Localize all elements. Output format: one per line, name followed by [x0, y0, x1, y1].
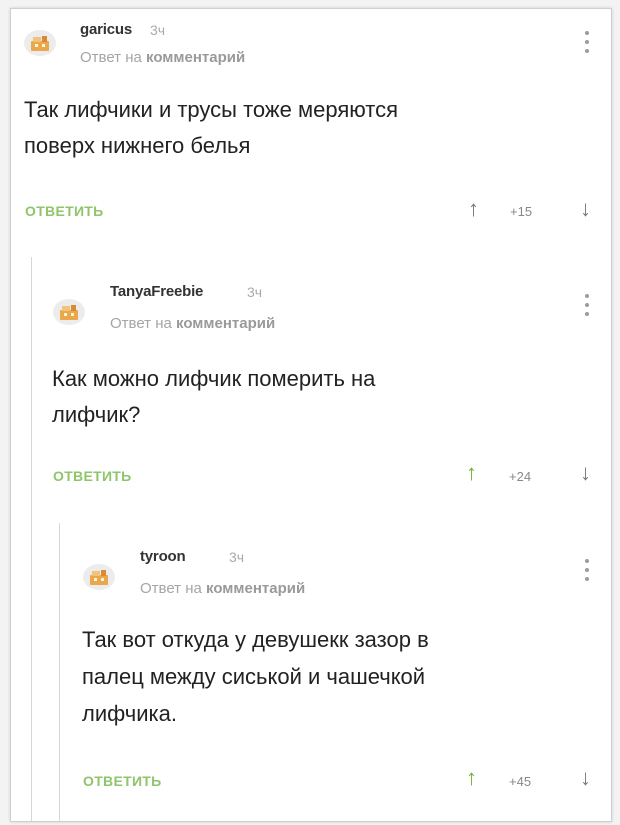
downvote-arrow-icon[interactable]: ↓ — [580, 462, 591, 484]
comment-text: Как можно лифчик померить на лифчик? — [52, 361, 375, 433]
comment-time: 3ч — [247, 284, 263, 300]
score: +24 — [509, 469, 532, 484]
reply-to-label: Ответ на комментарий — [110, 315, 275, 332]
thread-line — [59, 523, 60, 821]
default-avatar-icon[interactable] — [82, 561, 116, 591]
reply-to-prefix: Ответ на — [140, 580, 202, 597]
upvote-arrow-icon[interactable]: ↑ — [466, 462, 477, 484]
score: +45 — [509, 774, 532, 789]
comment-text-line: Так вот откуда у девушекк зазор в — [82, 627, 429, 652]
username[interactable]: garicus — [80, 21, 132, 38]
reply-to-label: Ответ на комментарий — [140, 580, 305, 597]
more-vertical-icon[interactable] — [584, 31, 590, 53]
username[interactable]: TanyaFreebie — [110, 283, 203, 300]
default-avatar-icon[interactable] — [52, 296, 86, 326]
comment-text-line: лифчика. — [82, 701, 177, 726]
reply-to-prefix: Ответ на — [80, 49, 142, 66]
upvote-arrow-icon[interactable]: ↑ — [466, 767, 477, 789]
comment-text-line: палец между сиськой и чашечкой — [82, 664, 426, 689]
reply-to-prefix: Ответ на — [110, 315, 172, 332]
reply-to-link[interactable]: комментарий — [176, 315, 275, 332]
comment-text-line: лифчик? — [52, 402, 141, 427]
more-vertical-icon[interactable] — [584, 294, 590, 316]
default-avatar-icon[interactable] — [23, 27, 57, 57]
score: +15 — [510, 204, 533, 219]
downvote-arrow-icon[interactable]: ↓ — [580, 767, 591, 789]
reply-button[interactable]: ОТВЕТИТЬ — [53, 468, 132, 484]
comment-time: 3ч — [150, 22, 166, 38]
comment-text-line: Так лифчики и трусы тоже меряются — [24, 97, 398, 122]
comment-text-line: поверх нижнего белья — [24, 133, 251, 158]
reply-to-link[interactable]: комментарий — [146, 49, 245, 66]
comment-text: Так вот откуда у девушекк зазор в палец … — [82, 621, 429, 732]
username[interactable]: tyroon — [140, 548, 186, 565]
reply-to-label: Ответ на комментарий — [80, 49, 245, 66]
reply-button[interactable]: ОТВЕТИТЬ — [25, 203, 104, 219]
comment-text: Так лифчики и трусы тоже меряются поверх… — [24, 92, 398, 164]
reply-button[interactable]: ОТВЕТИТЬ — [83, 773, 162, 789]
comments-panel: garicus 3ч Ответ на комментарий Так лифч… — [10, 8, 612, 822]
reply-to-link[interactable]: комментарий — [206, 580, 305, 597]
more-vertical-icon[interactable] — [584, 559, 590, 581]
upvote-arrow-icon[interactable]: ↑ — [468, 198, 479, 220]
comment-time: 3ч — [229, 549, 245, 565]
downvote-arrow-icon[interactable]: ↓ — [580, 198, 591, 220]
thread-line — [31, 257, 32, 821]
comment-text-line: Как можно лифчик померить на — [52, 366, 376, 391]
